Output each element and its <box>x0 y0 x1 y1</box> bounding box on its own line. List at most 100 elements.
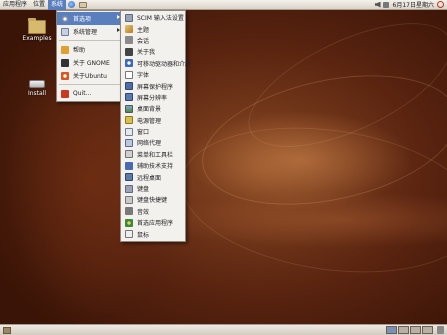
prefs-item-shortcuts[interactable]: 键盘快捷键 <box>121 194 185 205</box>
desktop-icon-label: Install <box>27 90 47 97</box>
screensaver-icon <box>125 82 133 91</box>
menu-system[interactable]: 系统 <box>48 0 67 10</box>
system-menu-item-admin[interactable]: 系统管理 <box>57 25 123 38</box>
wallpaper-icon <box>125 104 133 113</box>
resolution-icon <box>125 93 133 102</box>
prefs-item-power[interactable]: 电源管理 <box>121 115 185 126</box>
menu-item-label: 音效 <box>137 208 150 216</box>
prefs-item-removable-media[interactable]: 可移动驱动器和介质 <box>121 58 191 69</box>
show-desktop-icon[interactable] <box>3 326 11 334</box>
menu-item-label: 键盘快捷键 <box>137 197 168 205</box>
menu-separator <box>59 84 121 85</box>
remote-desktop-icon <box>125 173 133 182</box>
menu-item-label: 桌面背景 <box>137 106 162 114</box>
prefs-item-session[interactable]: 会话 <box>121 35 185 46</box>
desktop-icon-examples[interactable]: Examples <box>22 18 52 42</box>
proxy-icon <box>125 138 133 147</box>
menu-item-label: 鼠标 <box>137 231 150 239</box>
mouse-icon <box>125 230 133 239</box>
bottom-panel <box>0 324 447 335</box>
volume-icon[interactable] <box>374 1 381 8</box>
menu-item-label: 辅助技术支持 <box>137 163 174 171</box>
folder-icon <box>28 18 46 34</box>
keyboard-icon <box>125 184 133 193</box>
prefs-item-scim[interactable]: SCIM 输入法设置 <box>121 12 185 23</box>
clock[interactable]: 6月17日星期六 <box>390 0 437 9</box>
prefs-item-remote-desktop[interactable]: 远程桌面 <box>121 171 185 182</box>
accessibility-icon <box>125 59 133 68</box>
prefs-item-assistive[interactable]: 辅助技术支持 <box>121 160 185 171</box>
workspace-icon[interactable] <box>410 326 421 334</box>
system-menu-item-quit[interactable]: Quit... <box>57 87 123 100</box>
menu-item-label: 窗口 <box>137 129 150 137</box>
ubuntu-icon <box>61 71 69 80</box>
menu-item-label: 网络代理 <box>137 140 162 148</box>
prefs-item-background[interactable]: 桌面背景 <box>121 103 185 114</box>
workspace-icon[interactable] <box>422 326 433 334</box>
preferences-menu: SCIM 输入法设置 主题 会话 关于我 可移动驱动器和介质 字体 屏幕保护程序… <box>120 10 191 242</box>
prefs-item-windows[interactable]: 窗口 <box>121 126 185 137</box>
menu-item-label: Quit... <box>73 90 92 97</box>
power-icon[interactable] <box>437 1 444 8</box>
quit-icon <box>61 89 69 98</box>
window-icon <box>125 127 133 136</box>
admin-icon <box>61 27 69 36</box>
prefs-item-theme[interactable]: 主题 <box>121 23 185 34</box>
menu-item-label: 首选应用程序 <box>137 220 174 228</box>
sound-icon <box>125 207 133 216</box>
menu-item-label: 关于我 <box>137 49 156 57</box>
menu-item-label: 可移动驱动器和介质 <box>137 60 192 68</box>
assistive-icon <box>125 161 133 170</box>
system-menu-item-about-gnome[interactable]: 关于 GNOME <box>57 56 123 69</box>
tray: 6月17日星期六 <box>374 0 447 10</box>
trash-icon[interactable] <box>437 326 444 334</box>
disk-icon <box>29 80 45 88</box>
help-icon <box>61 45 69 54</box>
menu-item-label: 帮助 <box>73 47 86 54</box>
mail-icon[interactable] <box>79 1 88 8</box>
prefs-item-keyboard[interactable]: 键盘 <box>121 183 185 194</box>
menu-applications[interactable]: 应用程序 <box>0 0 30 10</box>
menu-places[interactable]: 位置 <box>30 0 48 10</box>
desktop-icon-label: Examples <box>22 35 52 42</box>
prefs-item-mouse[interactable]: 鼠标 <box>121 228 185 239</box>
desktop-icon-install[interactable]: Install <box>22 76 52 97</box>
prefs-item-sound[interactable]: 音效 <box>121 206 185 217</box>
about-me-icon <box>125 47 133 56</box>
workspace-icon[interactable] <box>386 326 397 334</box>
workspace-icon[interactable] <box>398 326 409 334</box>
menu-item-label: 字体 <box>137 72 150 80</box>
session-icon <box>125 36 133 45</box>
menu-item-label: 关于Ubuntu <box>73 73 107 80</box>
prefs-item-about-me[interactable]: 关于我 <box>121 46 185 57</box>
menu-item-label: 屏幕分辨率 <box>137 94 168 102</box>
menu-item-label: 系统管理 <box>73 29 98 36</box>
prefs-item-menus-toolbars[interactable]: 菜单和工具栏 <box>121 149 185 160</box>
prefs-item-font[interactable]: 字体 <box>121 69 185 80</box>
menu-item-label: 菜单和工具栏 <box>137 151 174 159</box>
system-menu: 首选项 系统管理 帮助 关于 GNOME 关于Ubuntu Quit... <box>56 10 124 102</box>
menu-item-label: 关于 GNOME <box>73 60 110 67</box>
prefs-item-proxy[interactable]: 网络代理 <box>121 137 185 148</box>
globe-icon[interactable] <box>68 1 76 8</box>
panel-icon <box>125 150 133 159</box>
menu-item-label: 会话 <box>137 37 150 45</box>
prefs-item-resolution[interactable]: 屏幕分辨率 <box>121 92 185 103</box>
theme-icon <box>125 25 133 34</box>
menu-item-label: 首选项 <box>73 16 92 23</box>
menu-item-label: 主题 <box>137 26 150 34</box>
top-panel: 应用程序 位置 系统 6月17日星期六 <box>0 0 447 10</box>
system-menu-item-help[interactable]: 帮助 <box>57 43 123 56</box>
menu-item-label: 远程桌面 <box>137 174 162 182</box>
menu-separator <box>59 40 121 41</box>
prefs-item-screensaver[interactable]: 屏幕保护程序 <box>121 80 185 91</box>
prefs-item-preferred-apps[interactable]: 首选应用程序 <box>121 217 185 228</box>
network-icon[interactable] <box>382 1 389 8</box>
system-menu-item-about-ubuntu[interactable]: 关于Ubuntu <box>57 69 123 82</box>
menu-item-label: 键盘 <box>137 186 150 194</box>
keyboard-icon <box>125 13 133 22</box>
system-menu-item-preferences[interactable]: 首选项 <box>57 12 123 25</box>
menu-item-label: SCIM 输入法设置 <box>137 15 184 23</box>
shortcut-icon <box>125 195 133 204</box>
preferred-apps-icon <box>125 218 133 227</box>
